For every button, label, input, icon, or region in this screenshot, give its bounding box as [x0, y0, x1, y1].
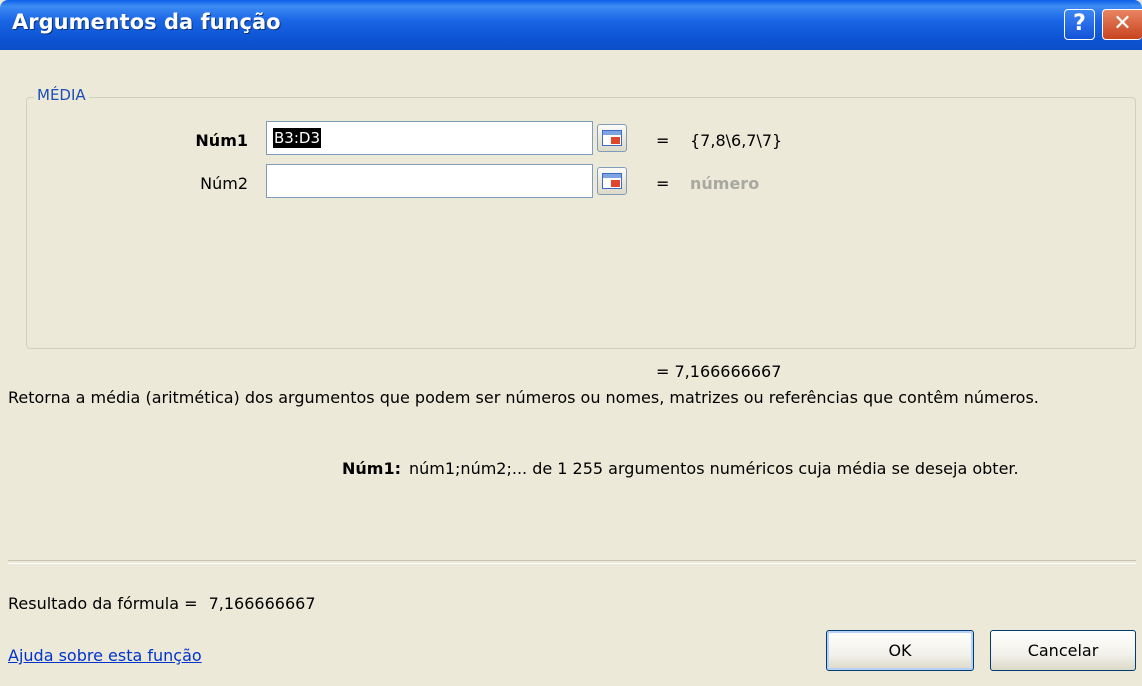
- function-name-legend: MÉDIA: [34, 86, 89, 104]
- formula-result-value: 7,166666667: [208, 594, 316, 613]
- function-arguments-dialog: Argumentos da função ? ✕ MÉDIA Núm1 B3:D…: [0, 0, 1142, 686]
- ok-button[interactable]: OK: [826, 630, 974, 671]
- cancel-button[interactable]: Cancelar: [990, 630, 1136, 671]
- function-description: Retorna a média (aritmética) dos argumen…: [8, 388, 1039, 407]
- num1-value: B3:D3: [273, 128, 321, 148]
- formula-result-label: Resultado da fórmula =: [8, 594, 198, 613]
- num2-equals: =: [656, 174, 670, 193]
- num1-result: {7,8\6,7\7}: [690, 131, 783, 150]
- num1-input[interactable]: B3:D3: [266, 121, 593, 155]
- num2-collapse-button[interactable]: [597, 167, 627, 195]
- num2-input[interactable]: [266, 164, 593, 198]
- separator: [8, 560, 1136, 564]
- dialog-title: Argumentos da função: [12, 10, 281, 34]
- range-select-icon: [602, 130, 622, 146]
- argument-help: Núm1: núm1;núm2;... de 1 255 argumentos n…: [342, 459, 1019, 478]
- help-icon[interactable]: ?: [1064, 9, 1095, 40]
- function-result: = 7,166666667: [656, 362, 782, 381]
- argument-help-text: núm1;núm2;... de 1 255 argumentos numéri…: [408, 459, 1019, 478]
- range-select-icon: [602, 173, 622, 189]
- num2-label: Núm2: [200, 174, 248, 193]
- function-help-link[interactable]: Ajuda sobre esta função: [8, 646, 202, 665]
- formula-result: Resultado da fórmula = 7,166666667: [8, 594, 316, 613]
- num1-collapse-button[interactable]: [597, 124, 627, 152]
- num1-equals: =: [656, 131, 670, 150]
- num2-result: número: [690, 174, 760, 193]
- title-bar[interactable]: Argumentos da função ? ✕: [0, 0, 1142, 50]
- close-icon[interactable]: ✕: [1102, 9, 1142, 40]
- argument-help-name: Núm1:: [342, 459, 401, 478]
- num1-label: Núm1: [195, 131, 248, 150]
